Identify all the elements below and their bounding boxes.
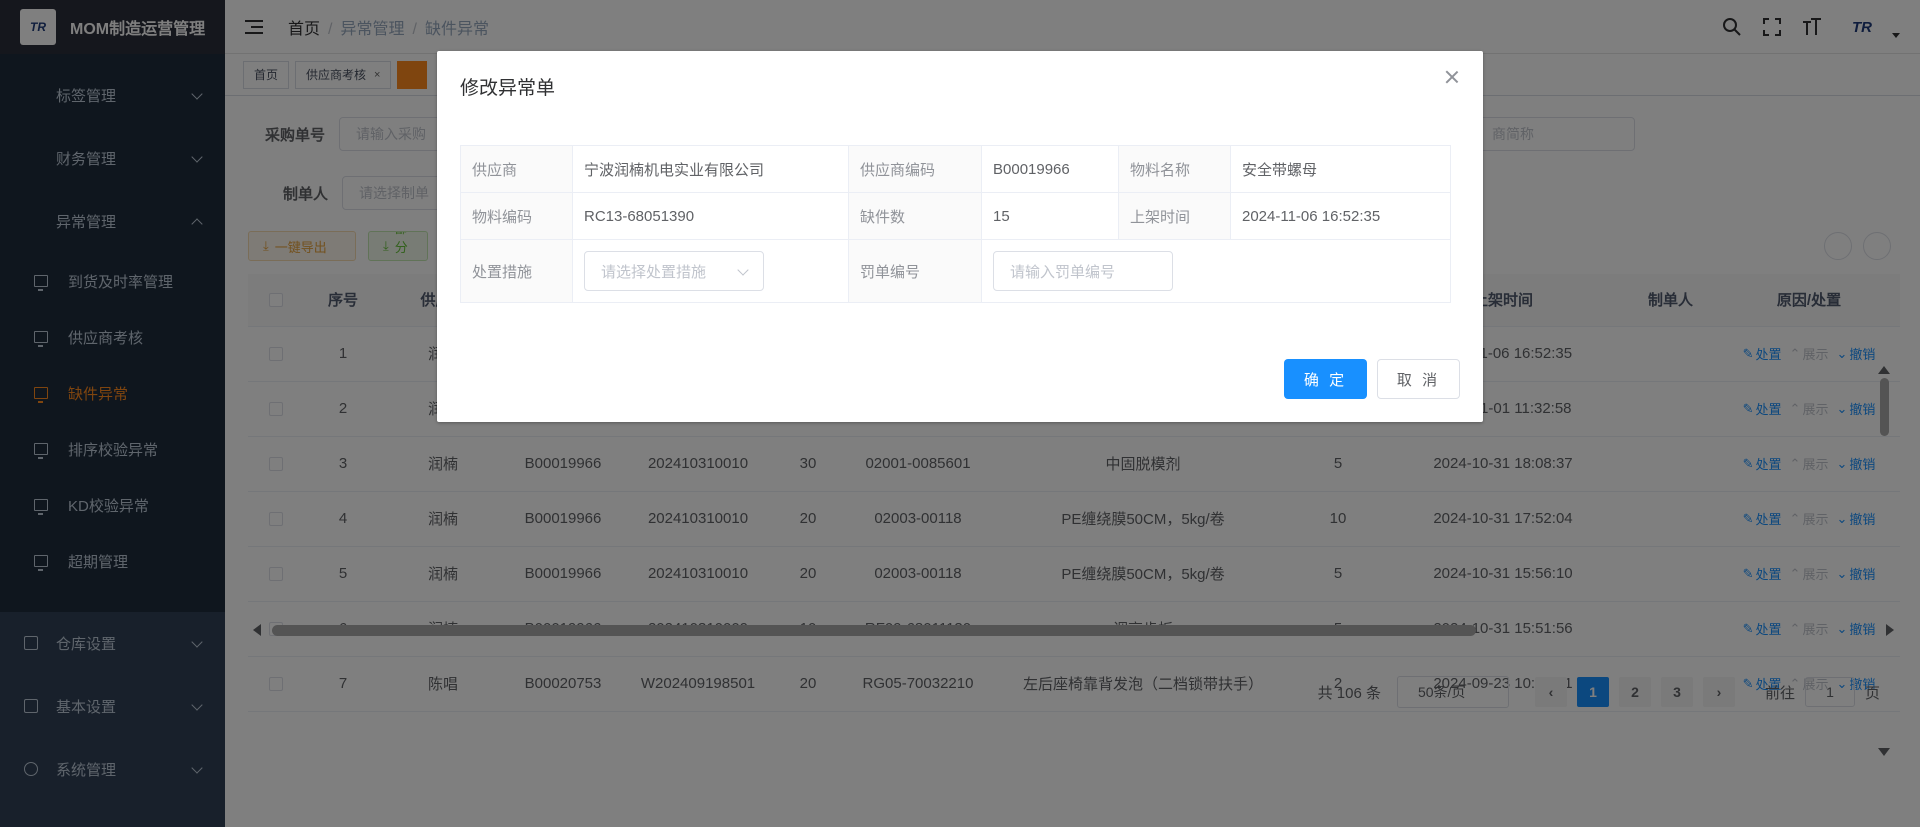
- confirm-button[interactable]: 确 定: [1284, 359, 1367, 399]
- supplier-code-label: 供应商编码: [848, 145, 982, 193]
- exception-details: 供应商 宁波润楠机电实业有限公司 供应商编码 B00019966 物料名称 安全…: [460, 145, 1451, 303]
- shelf-time-value: 2024-11-06 16:52:35: [1230, 192, 1451, 240]
- supplier-value: 宁波润楠机电实业有限公司: [572, 145, 849, 193]
- supplier-label: 供应商: [460, 145, 573, 193]
- dialog-title: 修改异常单: [460, 78, 556, 99]
- penalty-label: 罚单编号: [848, 239, 982, 303]
- close-icon[interactable]: [1443, 69, 1461, 87]
- measure-label: 处置措施: [460, 239, 573, 303]
- material-code-value: RC13-68051390: [572, 192, 849, 240]
- shelf-time-label: 上架时间: [1118, 192, 1231, 240]
- material-name-label: 物料名称: [1118, 145, 1231, 193]
- penalty-input[interactable]: 请输入罚单编号: [993, 251, 1173, 291]
- supplier-code-value: B00019966: [981, 145, 1119, 193]
- shortage-value: 15: [981, 192, 1119, 240]
- chevron-down-icon: [737, 264, 749, 276]
- edit-exception-dialog: 修改异常单 供应商 宁波润楠机电实业有限公司 供应商编码 B00019966 物…: [437, 51, 1483, 422]
- material-code-label: 物料编码: [460, 192, 573, 240]
- cancel-button[interactable]: 取 消: [1377, 359, 1460, 399]
- shortage-label: 缺件数: [848, 192, 982, 240]
- material-name-value: 安全带螺母: [1230, 145, 1451, 193]
- measure-select[interactable]: 请选择处置措施: [584, 251, 764, 291]
